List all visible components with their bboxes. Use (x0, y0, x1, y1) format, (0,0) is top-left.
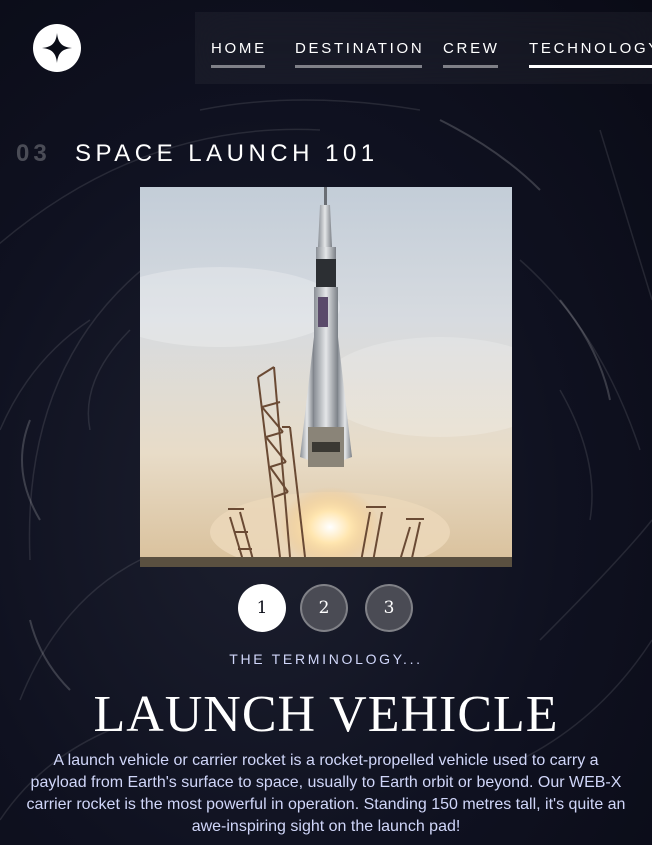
nav-crew-underline (443, 65, 498, 68)
nav-destination[interactable]: DESTINATION (295, 12, 424, 84)
technology-description: A launch vehicle or carrier rocket is a … (26, 752, 626, 835)
main-navigation: HOME DESTINATION CREW TECHNOLOGY (195, 12, 652, 84)
terminology-eyebrow: THE TERMINOLOGY... (229, 651, 423, 667)
nav-destination-underline (295, 65, 423, 68)
pager-button-1[interactable]: 1 (238, 584, 286, 632)
star-logo-icon (42, 33, 72, 63)
nav-home-underline (211, 65, 265, 68)
nav-technology-label: TECHNOLOGY (529, 39, 652, 57)
nav-technology[interactable]: TECHNOLOGY (529, 12, 652, 84)
nav-crew-label: CREW (443, 39, 500, 57)
nav-home[interactable]: HOME (211, 12, 267, 84)
nav-destination-label: DESTINATION (295, 39, 425, 57)
technology-pager: 1 2 3 (238, 584, 414, 634)
nav-crew[interactable]: CREW (443, 12, 500, 84)
pager-button-2[interactable]: 2 (300, 584, 348, 632)
nav-home-label: HOME (211, 39, 267, 57)
technology-name: LAUNCH VEHICLE (93, 686, 559, 743)
page-heading: 03 SPACE LAUNCH 101 (16, 138, 379, 170)
launch-vehicle-image (140, 187, 512, 567)
logo[interactable] (33, 24, 81, 72)
pager-button-3[interactable]: 3 (365, 584, 413, 632)
page-title: SPACE LAUNCH 101 (75, 140, 379, 167)
page-number: 03 (16, 140, 51, 167)
rocket-launch-photo (140, 187, 512, 567)
nav-technology-underline (529, 65, 652, 68)
